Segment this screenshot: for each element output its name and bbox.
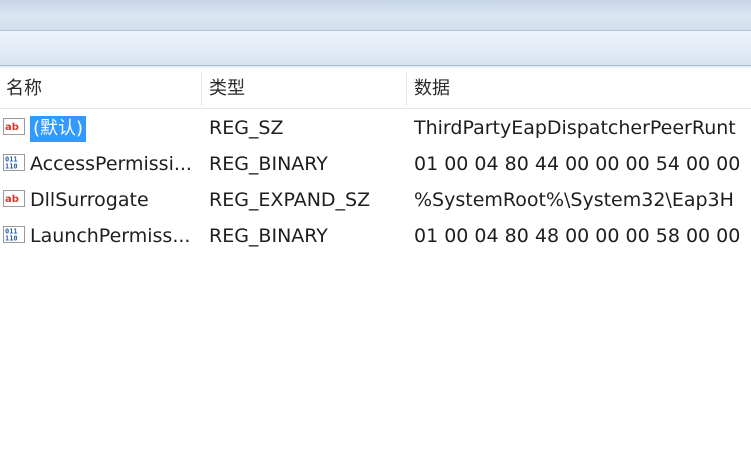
value-type: REG_BINARY xyxy=(209,225,328,247)
value-name: DllSurrogate xyxy=(30,189,149,211)
registry-value-row[interactable]: 011 110 LaunchPermiss... REG_BINARY 01 0… xyxy=(0,218,751,254)
selected-value-name[interactable]: (默认) xyxy=(30,116,87,142)
value-type: REG_BINARY xyxy=(209,153,328,175)
registry-value-row[interactable]: ab (默认) REG_SZ ThirdPartyEapDispatcherPe… xyxy=(0,110,751,146)
value-data: %SystemRoot%\System32\Eap3H xyxy=(414,189,734,211)
list-header: 名称 类型 数据 xyxy=(0,70,751,109)
value-name: AccessPermissi... xyxy=(30,153,192,175)
registry-value-row[interactable]: 011 110 AccessPermissi... REG_BINARY 01 … xyxy=(0,146,751,182)
registry-editor-window: 名称 类型 数据 ab (默认) REG_SZ ThirdPartyEapDis… xyxy=(0,0,751,458)
value-name: LaunchPermiss... xyxy=(30,225,191,247)
svg-text:ab: ab xyxy=(5,194,19,205)
toolbar-divider xyxy=(0,66,751,69)
value-data: 01 00 04 80 44 00 00 00 54 00 00 xyxy=(414,153,741,175)
svg-text:110: 110 xyxy=(5,163,18,171)
registry-values-list: ab (默认) REG_SZ ThirdPartyEapDispatcherPe… xyxy=(0,110,751,254)
binary-value-icon: 011 110 xyxy=(3,153,25,173)
column-divider[interactable] xyxy=(201,72,202,106)
value-data: 01 00 04 80 48 00 00 00 58 00 00 xyxy=(414,225,741,247)
svg-text:ab: ab xyxy=(5,122,19,133)
registry-value-row[interactable]: ab DllSurrogate REG_EXPAND_SZ %SystemRoo… xyxy=(0,182,751,218)
value-data: ThirdPartyEapDispatcherPeerRunt xyxy=(414,117,736,139)
value-type: REG_EXPAND_SZ xyxy=(209,189,371,211)
value-type: REG_SZ xyxy=(209,117,284,139)
toolbar xyxy=(0,31,751,66)
column-header-data[interactable]: 数据 xyxy=(408,70,751,108)
column-header-type[interactable]: 类型 xyxy=(203,70,403,108)
svg-text:110: 110 xyxy=(5,235,18,243)
value-name: (默认) xyxy=(30,110,202,146)
string-value-icon: ab xyxy=(3,189,25,209)
title-bar xyxy=(0,0,751,31)
column-divider[interactable] xyxy=(406,72,407,106)
column-header-name[interactable]: 名称 xyxy=(0,70,200,108)
binary-value-icon: 011 110 xyxy=(3,225,25,245)
string-value-icon: ab xyxy=(3,117,25,137)
